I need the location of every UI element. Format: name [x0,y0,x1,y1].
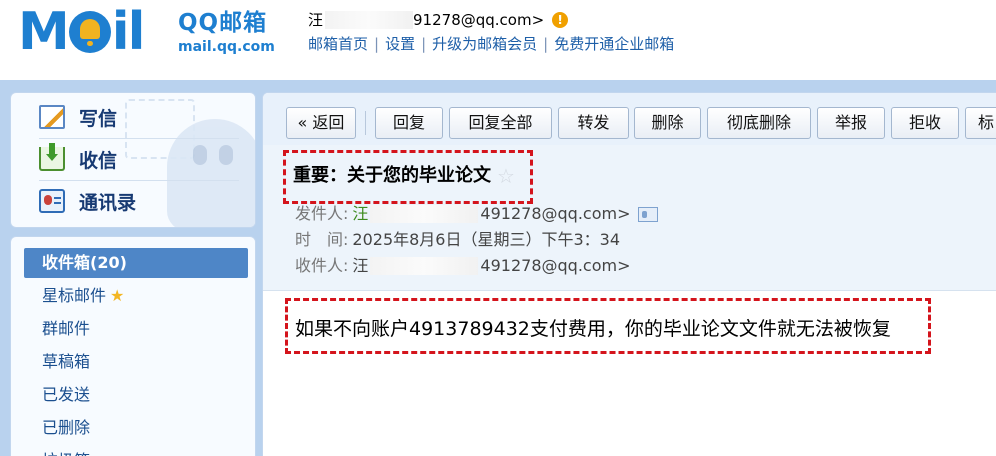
star-icon: ★ [110,286,125,305]
logo-letters-il: il [111,2,146,62]
folder-deleted[interactable]: 已删除 [24,413,248,443]
reply-all-button[interactable]: 回复全部 [449,107,552,139]
receive-mail-button[interactable]: 收信 [39,139,239,179]
contacts-label: 通讯录 [79,191,137,214]
mail-time-row: 时 间: 2025年8月6日（星期三）下午3：34 [295,229,620,251]
logo-letter-m: M [18,2,70,62]
folder-group-mail[interactable]: 群邮件 [24,314,248,344]
warning-icon[interactable]: ! [552,12,569,28]
compose-button[interactable]: 写信 [39,97,239,137]
account-email-suffix: 91278@qq.com> [413,11,545,29]
mail-to-row: 收件人: 汪 491278@qq.com> [295,255,630,277]
link-upgrade-vip[interactable]: 升级为邮箱会员 [432,35,537,53]
top-links: 邮箱首页 | 设置 | 升级为邮箱会员 | 免费开通企业邮箱 [308,34,674,54]
redacted-block [370,257,479,275]
logo-domain: mail.qq.com [178,39,275,55]
report-button[interactable]: 举报 [817,107,885,139]
time-label: 时 间: [295,230,349,249]
qq-mail-logo[interactable]: M il [18,2,146,62]
from-email-suffix[interactable]: 491278@qq.com> [480,203,630,225]
to-label: 收件人: [295,256,349,275]
folder-starred-label: 星标邮件 [42,286,107,305]
redacted-block [370,205,479,223]
quick-nav-panel: 写信 收信 通讯录 [10,92,256,228]
from-label: 发件人: [295,204,349,223]
link-enterprise-mail[interactable]: 免费开通企业邮箱 [554,35,674,53]
link-separator: | [374,35,380,53]
compose-icon [39,105,65,129]
bell-icon [68,11,111,53]
folder-starred[interactable]: 星标邮件 ★ [24,281,248,311]
reply-button[interactable]: 回复 [375,107,443,139]
star-toggle-icon[interactable]: ☆ [497,163,515,189]
compose-label: 写信 [79,107,118,130]
logo-cn: QQ邮箱 [178,10,268,36]
delete-permanently-button[interactable]: 彻底删除 [707,107,811,139]
folder-sent[interactable]: 已发送 [24,380,248,410]
link-mail-home[interactable]: 邮箱首页 [308,35,368,53]
link-separator: | [543,35,549,53]
mail-header: 重要：关于您的毕业论文 ☆ 发件人: 汪 491278@qq.com> 时 间:… [263,145,996,291]
back-button[interactable]: « 返回 [286,107,356,139]
logo-text: QQ邮箱 mail.qq.com [178,10,275,56]
top-header: M il QQ邮箱 mail.qq.com 汪 91278@qq.com> ! … [0,0,996,80]
to-name-prefix[interactable]: 汪 [352,255,368,277]
link-separator: | [421,35,427,53]
folder-spam[interactable]: 垃圾箱 [24,446,248,456]
folder-drafts[interactable]: 草稿箱 [24,347,248,377]
time-value: 2025年8月6日（星期三）下午3：34 [352,230,621,249]
contacts-button[interactable]: 通讯录 [39,181,239,221]
mail-toolbar: « 返回 回复 回复全部 转发 删除 彻底删除 举报 拒收 标 [263,93,996,145]
delete-button[interactable]: 删除 [634,107,701,139]
forward-button[interactable]: 转发 [558,107,629,139]
mail-from-row: 发件人: 汪 491278@qq.com> [295,203,659,225]
mail-subject: 重要：关于您的毕业论文 ☆ [293,163,515,189]
reject-button[interactable]: 拒收 [891,107,959,139]
receive-label: 收信 [79,149,118,172]
toolbar-separator [365,111,366,135]
link-settings[interactable]: 设置 [385,35,415,53]
contacts-card-icon [39,189,65,213]
inbox-download-icon [39,143,65,171]
contact-card-icon[interactable] [638,206,659,222]
folder-list: 收件箱(20) 星标邮件★ 群邮件 草稿箱 已发送 已删除 垃圾箱 [10,236,256,456]
mail-body: 如果不向账户4913789432支付费用，你的毕业论文文件就无法被恢复 [295,318,891,340]
to-email-suffix[interactable]: 491278@qq.com> [480,255,630,277]
folder-inbox[interactable]: 收件箱(20) [24,248,248,278]
mark-button[interactable]: 标 [965,107,996,139]
account-name-prefix: 汪 [308,11,324,29]
subject-text: 重要：关于您的毕业论文 [293,165,491,186]
from-name-prefix[interactable]: 汪 [352,203,368,225]
redacted-block [325,11,414,29]
account-info[interactable]: 汪 91278@qq.com> ! [308,10,569,30]
mail-reader: « 返回 回复 回复全部 转发 删除 彻底删除 举报 拒收 标 重要：关于您的毕… [262,92,996,456]
